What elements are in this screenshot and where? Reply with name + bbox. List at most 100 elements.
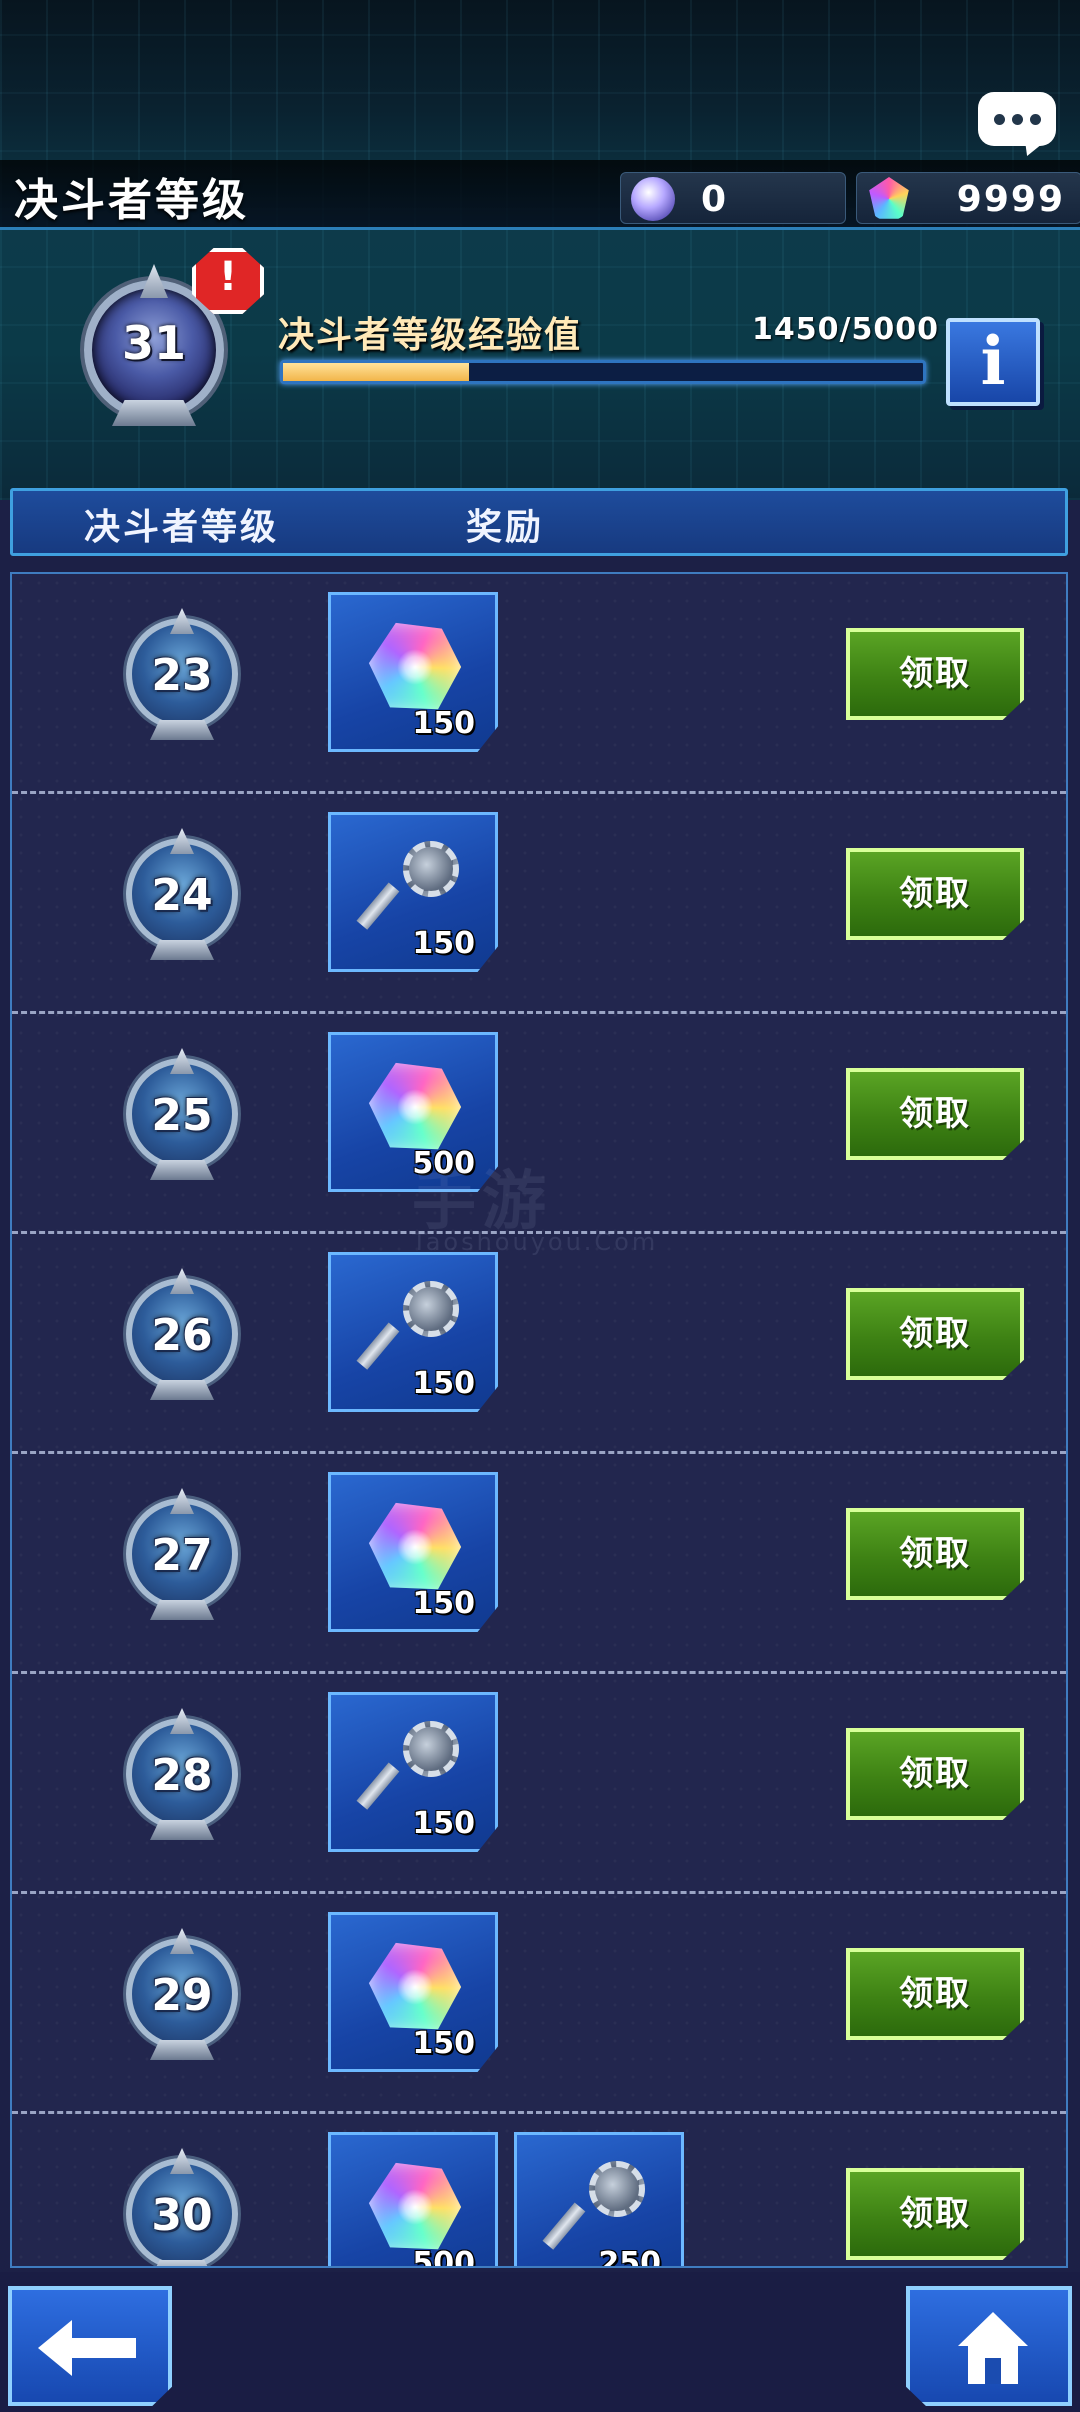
level-medal: 23 — [120, 608, 244, 740]
claim-button[interactable]: 领取 — [846, 1948, 1024, 2040]
info-icon[interactable]: i — [946, 318, 1040, 404]
reward-quantity: 150 — [412, 926, 475, 961]
claim-button[interactable]: 领取 — [846, 628, 1024, 720]
reward-quantity: 250 — [598, 2246, 661, 2268]
level-medal: 26 — [120, 1268, 244, 1400]
crystal-currency-value: 9999 — [956, 179, 1065, 220]
medal-base — [112, 400, 196, 426]
reward-quantity: 150 — [412, 1366, 475, 1401]
claim-button[interactable]: 领取 — [846, 848, 1024, 940]
row-level-number: 23 — [151, 650, 213, 701]
medal-base — [150, 2040, 214, 2060]
reward-quantity: 150 — [412, 2026, 475, 2061]
gem-icon — [368, 1062, 462, 1150]
key-shaft — [356, 882, 400, 930]
key-shaft — [356, 1762, 400, 1810]
key-head — [403, 841, 459, 897]
row-level-number: 28 — [151, 1750, 213, 1801]
reward-row: 30 500 250 领取 — [12, 2114, 1066, 2268]
reward-quantity: 500 — [412, 2246, 475, 2268]
reward-item[interactable]: 150 — [328, 1472, 498, 1632]
medal-base — [150, 1380, 214, 1400]
medal-base — [150, 1160, 214, 1180]
claim-button[interactable]: 领取 — [846, 1728, 1024, 1820]
key-icon — [542, 2157, 651, 2257]
arrow-shaft — [66, 2338, 136, 2358]
reward-row: 26 150 领取 — [12, 1234, 1066, 1454]
orb-currency-icon — [631, 177, 675, 221]
row-level-number: 24 — [151, 870, 213, 921]
key-head — [589, 2161, 645, 2217]
reward-quantity: 150 — [412, 1586, 475, 1621]
reward-item[interactable]: 250 — [514, 2132, 684, 2268]
reward-item[interactable]: 150 — [328, 592, 498, 752]
watermark-subtext: Taoshouyou.Com — [412, 1228, 659, 1256]
claim-button[interactable]: 领取 — [846, 1508, 1024, 1600]
exp-progress-bar — [280, 360, 926, 384]
reward-item[interactable]: 150 — [328, 1912, 498, 2072]
level-medal: 30 — [120, 2148, 244, 2266]
key-shaft — [542, 2202, 586, 2250]
level-medal: 29 — [120, 1928, 244, 2060]
exp-value: 1450/5000 — [752, 312, 939, 347]
row-level-number: 25 — [151, 1090, 213, 1141]
reward-row: 23 150 领取 — [12, 574, 1066, 794]
key-icon — [356, 837, 465, 937]
chat-dot — [1012, 114, 1023, 125]
medal-base — [150, 2260, 214, 2266]
reward-row: 29 150 领取 — [12, 1894, 1066, 2114]
row-level-number: 26 — [151, 1310, 213, 1361]
reward-item[interactable]: 150 — [328, 812, 498, 972]
reward-row: 24 150 领取 — [12, 794, 1066, 1014]
key-head — [403, 1721, 459, 1777]
key-shaft — [356, 1322, 400, 1370]
level-medal: 24 — [120, 828, 244, 960]
home-icon[interactable] — [958, 2312, 1028, 2386]
gem-icon — [368, 2162, 462, 2250]
medal-base — [150, 1820, 214, 1840]
exp-progress-fill — [283, 363, 469, 381]
reward-row: 28 150 领取 — [12, 1674, 1066, 1894]
page-title: 决斗者等级 — [14, 175, 249, 226]
reward-item[interactable]: 150 — [328, 1692, 498, 1852]
orb-currency-value: 0 — [701, 179, 729, 220]
reward-item[interactable]: 150 — [328, 1252, 498, 1412]
level-medal: 25 — [120, 1048, 244, 1180]
back-arrow-icon[interactable] — [38, 2320, 138, 2376]
orb-currency-display[interactable]: 0 — [620, 172, 846, 224]
reward-row: 27 150 领取 — [12, 1454, 1066, 1674]
medal-base — [150, 940, 214, 960]
row-level-number: 30 — [151, 2190, 213, 2241]
reward-quantity: 150 — [412, 706, 475, 741]
player-level-number: 31 — [121, 316, 186, 370]
key-head — [403, 1281, 459, 1337]
medal-base — [150, 1600, 214, 1620]
gem-icon — [368, 622, 462, 710]
crystal-gem-icon — [869, 177, 909, 219]
row-level-number: 27 — [151, 1530, 213, 1581]
crystal-currency-display[interactable]: 9999 — [856, 172, 1080, 224]
reward-item[interactable]: 500 — [328, 2132, 498, 2268]
home-door — [985, 2358, 1001, 2384]
key-icon — [356, 1717, 465, 1817]
reward-list[interactable]: 23 150 领取 24 150 领取 25 500 领取 26 150 领取 27 150 领取 28 150… — [10, 572, 1068, 2268]
gem-icon — [368, 1502, 462, 1590]
alert-mark: ! — [218, 254, 238, 300]
home-roof — [958, 2312, 1028, 2346]
column-header-reward: 奖励 — [466, 507, 545, 548]
reward-quantity: 150 — [412, 1806, 475, 1841]
chat-bubble-icon[interactable] — [978, 92, 1056, 146]
level-medal: 27 — [120, 1488, 244, 1620]
chat-dot — [994, 114, 1005, 125]
key-icon — [356, 1277, 465, 1377]
column-header-level: 决斗者等级 — [84, 507, 280, 548]
medal-base — [150, 720, 214, 740]
exp-label: 决斗者等级经验值 — [278, 315, 583, 356]
claim-button[interactable]: 领取 — [846, 1068, 1024, 1160]
gem-icon — [368, 1942, 462, 2030]
level-medal: 28 — [120, 1708, 244, 1840]
chat-dot — [1030, 114, 1041, 125]
claim-button[interactable]: 领取 — [846, 1288, 1024, 1380]
row-level-number: 29 — [151, 1970, 213, 2021]
claim-button[interactable]: 领取 — [846, 2168, 1024, 2260]
